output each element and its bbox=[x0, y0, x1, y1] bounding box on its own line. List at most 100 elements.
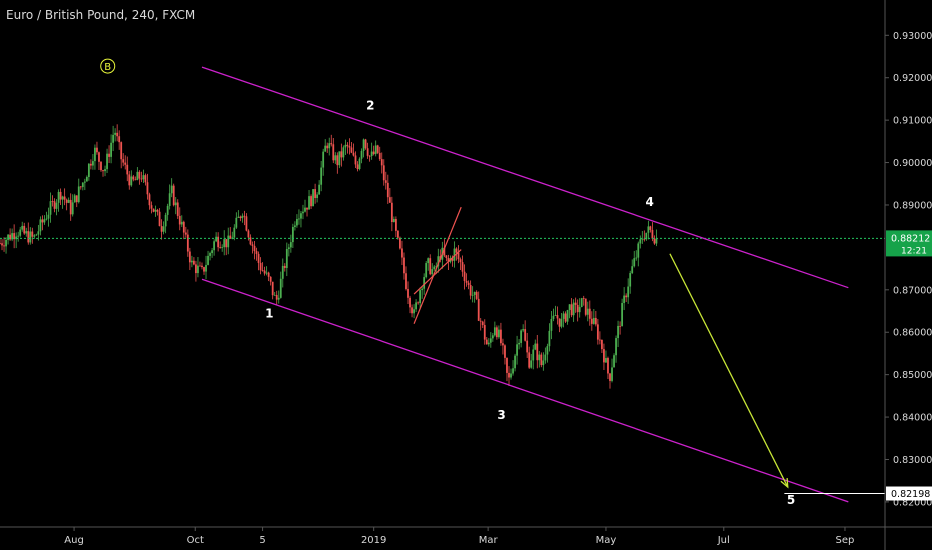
candle-body bbox=[7, 234, 9, 240]
candle-body bbox=[251, 244, 254, 246]
candle-body bbox=[0, 243, 1, 244]
candle-body bbox=[96, 147, 98, 153]
candle-body bbox=[508, 372, 510, 378]
candle-body bbox=[574, 302, 577, 305]
candle-body bbox=[53, 201, 56, 209]
candle-body bbox=[540, 354, 543, 366]
candle-body bbox=[108, 153, 110, 157]
candle-body bbox=[489, 338, 492, 343]
candle-body bbox=[281, 265, 284, 279]
candle-body bbox=[89, 163, 92, 166]
candle-body bbox=[388, 197, 391, 203]
candle-body bbox=[590, 318, 593, 324]
x-tick-label: Sep bbox=[836, 535, 855, 546]
candle-body bbox=[241, 215, 244, 219]
candle-body bbox=[427, 258, 430, 264]
candle-body bbox=[5, 239, 7, 247]
candle-body bbox=[592, 317, 595, 324]
candle-body bbox=[1, 243, 3, 246]
candle-body bbox=[316, 194, 319, 199]
candle-body bbox=[330, 143, 333, 145]
current-price-label: 0.88212 bbox=[891, 233, 930, 244]
candle-body bbox=[102, 170, 104, 172]
candle-body bbox=[134, 179, 137, 181]
candle-body bbox=[655, 238, 658, 244]
candle-body bbox=[635, 257, 638, 259]
candle-body bbox=[306, 207, 308, 210]
x-tick-label: 5 bbox=[259, 535, 265, 546]
candle-body bbox=[154, 209, 157, 212]
candle-body bbox=[558, 318, 561, 327]
candle-body bbox=[520, 330, 523, 343]
candle-body bbox=[73, 195, 76, 203]
candle-body bbox=[243, 215, 246, 217]
x-tick-label: Jul bbox=[717, 535, 730, 546]
candle-body bbox=[518, 342, 521, 345]
candle-body bbox=[510, 373, 512, 378]
candle-body bbox=[150, 205, 153, 209]
candle-body bbox=[29, 231, 32, 243]
candle-body bbox=[47, 214, 50, 219]
candle-body bbox=[364, 139, 367, 149]
candle-body bbox=[580, 298, 583, 308]
candle-body bbox=[546, 346, 549, 355]
candle-body bbox=[415, 302, 417, 310]
candle-body bbox=[409, 297, 411, 308]
candle-body bbox=[152, 208, 155, 212]
candle-body bbox=[55, 202, 58, 209]
candle-body bbox=[85, 177, 88, 182]
x-tick-label: Oct bbox=[187, 535, 204, 546]
candle-body bbox=[617, 325, 619, 339]
candle-body bbox=[506, 357, 508, 373]
channel-upper-line bbox=[201, 66, 849, 289]
candle-body bbox=[209, 253, 211, 256]
candle-body bbox=[613, 355, 615, 368]
candle-body bbox=[354, 155, 357, 165]
candle-body bbox=[368, 155, 371, 157]
candle-body bbox=[524, 329, 527, 341]
candle-body bbox=[619, 325, 621, 327]
candle-body bbox=[530, 360, 533, 368]
candle-body bbox=[425, 263, 428, 278]
candle-body bbox=[283, 265, 286, 268]
drawings-layer: B 1 2 3 4 5 bbox=[0, 58, 885, 507]
candle-body bbox=[552, 315, 555, 319]
price-chart[interactable]: B 1 2 3 4 5 0.93000 0.92000 0.91000 0.90000 0.890… bbox=[0, 0, 932, 550]
candle-body bbox=[423, 277, 426, 289]
candle-body bbox=[376, 145, 379, 153]
candle-body bbox=[253, 245, 256, 252]
candle-body bbox=[586, 308, 589, 315]
candle-body bbox=[300, 213, 302, 219]
candle-body bbox=[213, 241, 216, 251]
candle-body bbox=[164, 214, 167, 227]
candle-body bbox=[631, 266, 634, 274]
candle-body bbox=[457, 252, 460, 260]
candle-body bbox=[455, 248, 458, 253]
candle-body bbox=[37, 231, 40, 235]
candle-body bbox=[188, 251, 191, 263]
y-tick-label: 0.84000 bbox=[893, 413, 932, 424]
candle-body bbox=[273, 294, 276, 296]
candle-body bbox=[92, 161, 94, 166]
candle-body bbox=[399, 237, 401, 249]
y-tick-label: 0.93000 bbox=[893, 31, 932, 42]
candle-body bbox=[308, 196, 310, 210]
candle-body bbox=[23, 225, 26, 234]
candle-body bbox=[205, 264, 207, 272]
candle-body bbox=[629, 273, 632, 287]
candle-body bbox=[621, 303, 624, 327]
candle-body bbox=[576, 304, 579, 313]
candle-body bbox=[186, 234, 189, 252]
candle-body bbox=[477, 298, 480, 321]
candle-body bbox=[605, 358, 607, 363]
candle-body bbox=[401, 248, 403, 258]
candle-body bbox=[75, 195, 78, 203]
candle-body bbox=[219, 247, 222, 248]
candle-body bbox=[87, 163, 90, 178]
candle-body bbox=[594, 317, 597, 325]
candle-body bbox=[168, 193, 171, 206]
candle-body bbox=[304, 207, 306, 212]
candle-body bbox=[312, 189, 314, 207]
candle-body bbox=[532, 349, 535, 361]
y-tick-label: 0.86000 bbox=[893, 328, 932, 339]
